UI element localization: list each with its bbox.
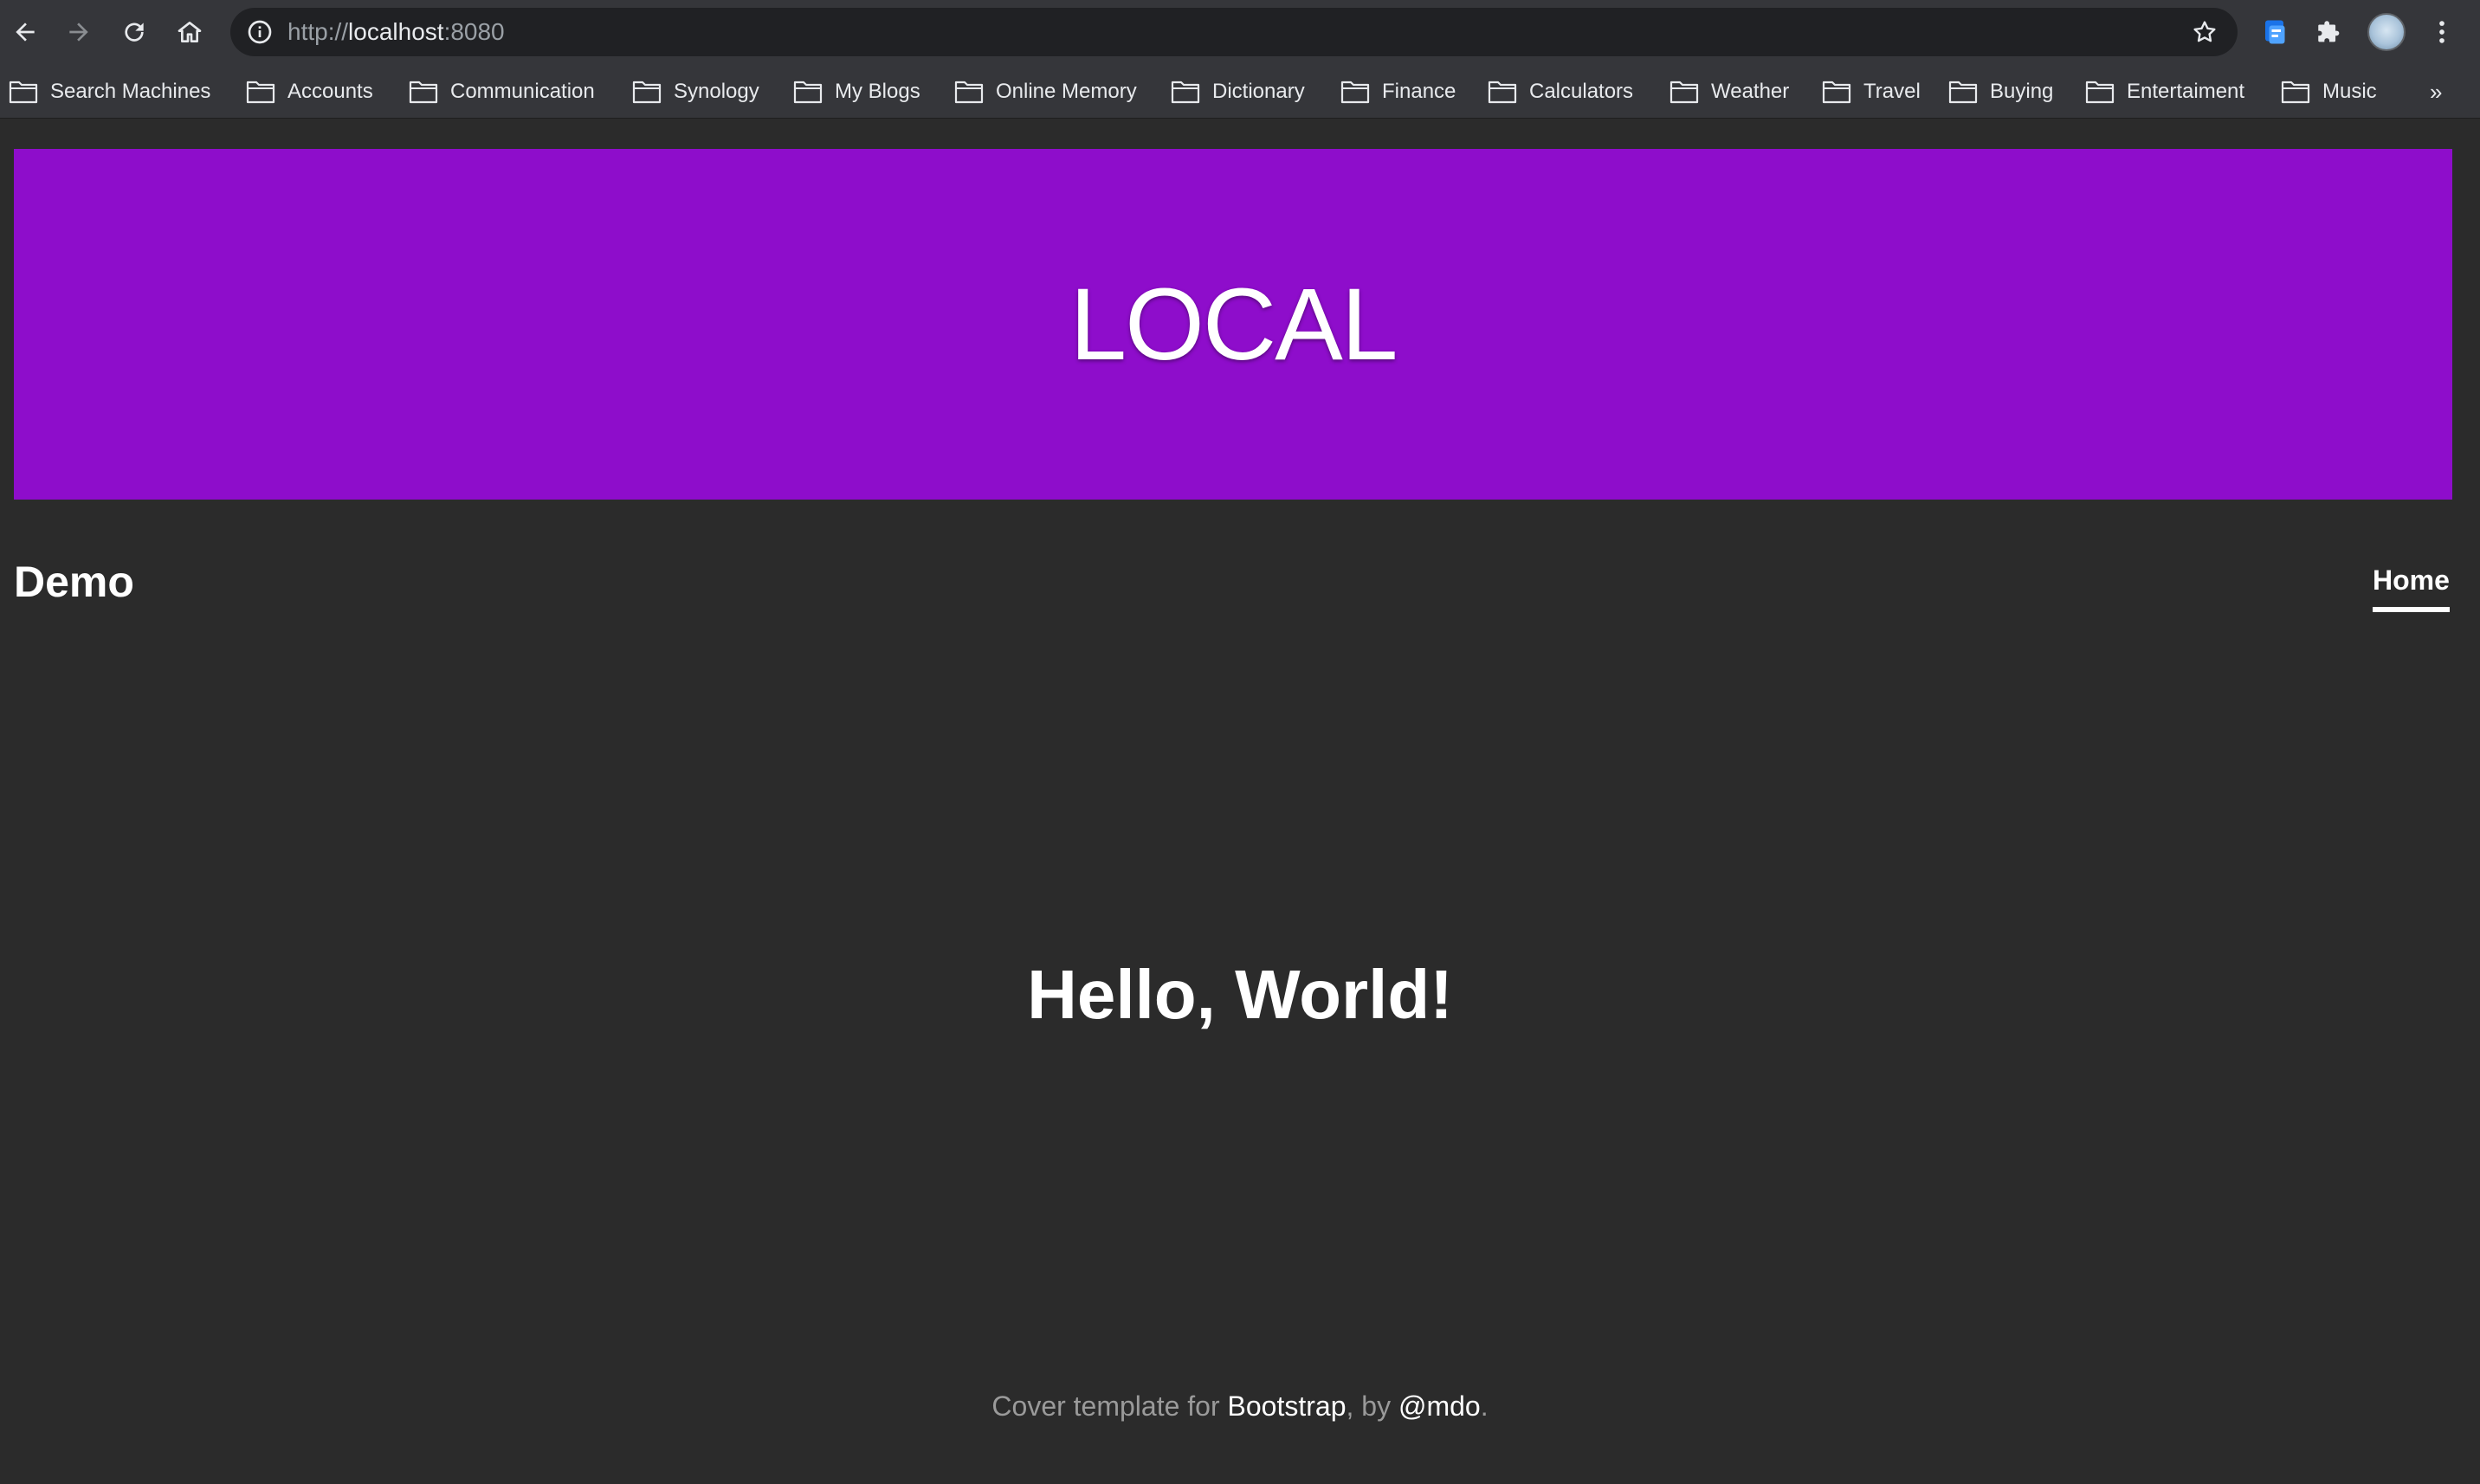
bookmark-label: Travel <box>1863 80 1921 103</box>
url-text: http://localhost:8080 <box>287 18 505 46</box>
bookmark-folder[interactable]: Buying <box>1948 77 2053 106</box>
bookmark-folder[interactable]: Communication <box>409 77 595 106</box>
folder-icon <box>1822 81 1851 104</box>
star-icon[interactable] <box>2191 18 2218 46</box>
bookmark-label: Synology <box>674 80 759 103</box>
bookmark-label: Communication <box>450 80 595 103</box>
bookmark-folder[interactable]: Online Memory <box>954 77 1137 106</box>
bookmark-folder[interactable]: Search Machines <box>9 77 210 106</box>
folder-icon <box>409 81 438 104</box>
folder-icon <box>1340 81 1370 104</box>
banner-title: LOCAL <box>1069 267 1398 382</box>
folder-icon <box>246 81 275 104</box>
folder-icon <box>793 81 823 104</box>
extension-app-icon <box>2265 20 2285 44</box>
folder-icon <box>1948 81 1978 104</box>
info-icon[interactable] <box>246 18 274 46</box>
bookmark-label: Music <box>2322 80 2377 103</box>
bookmark-label: Buying <box>1990 80 2054 103</box>
reload-icon <box>125 23 144 42</box>
extension-button[interactable] <box>2258 15 2293 49</box>
bookmark-folder[interactable]: Accounts <box>246 77 373 106</box>
folder-icon <box>1669 81 1699 104</box>
url-host: localhost <box>348 18 444 45</box>
folder-icon <box>1488 81 1517 104</box>
arrow-right-icon <box>69 23 88 42</box>
folder-icon <box>9 81 38 104</box>
footer-suffix: . <box>1480 1390 1489 1422</box>
folder-icon <box>2281 81 2310 104</box>
bookmark-label: Finance <box>1382 80 1456 103</box>
bookmark-folder[interactable]: Finance <box>1340 77 1456 106</box>
bookmark-folder[interactable]: Entertaiment <box>2085 77 2244 106</box>
mdo-link[interactable]: @mdo <box>1398 1390 1481 1422</box>
bookmark-folder[interactable]: Weather <box>1669 77 1789 106</box>
environment-banner: LOCAL <box>14 149 2452 500</box>
footer-middle: , by <box>1346 1390 1398 1422</box>
home-button[interactable] <box>170 12 210 52</box>
browser-menu-button[interactable] <box>2425 15 2459 49</box>
more-vertical-icon <box>2439 21 2444 43</box>
browser-toolbar: http://localhost:8080 <box>0 0 2480 65</box>
forward-button[interactable] <box>59 12 99 52</box>
back-button[interactable] <box>5 12 45 52</box>
url-port: :8080 <box>443 18 505 45</box>
bookmark-label: Calculators <box>1529 80 1634 103</box>
extensions-menu-button[interactable] <box>2312 15 2347 49</box>
bookmark-folder[interactable]: Travel <box>1822 77 1921 106</box>
bookmark-label: Entertaiment <box>2127 80 2245 103</box>
reload-button[interactable] <box>114 12 154 52</box>
bookmark-label: Search Machines <box>50 80 211 103</box>
footer-prefix: Cover template for <box>991 1390 1228 1422</box>
bookmark-folder[interactable]: Synology <box>632 77 759 106</box>
puzzle-icon <box>2318 21 2340 42</box>
bookmark-folder[interactable]: Dictionary <box>1171 77 1305 106</box>
folder-icon <box>954 81 984 104</box>
profile-avatar[interactable] <box>2367 13 2406 51</box>
bookmarks-bar: Search Machines Accounts Communication S… <box>0 65 2480 119</box>
arrow-left-icon <box>16 23 35 42</box>
bootstrap-link[interactable]: Bootstrap <box>1228 1390 1347 1422</box>
bookmark-folder[interactable]: My Blogs <box>793 77 920 106</box>
bookmark-label: My Blogs <box>835 80 920 103</box>
url-scheme: http:// <box>287 18 349 45</box>
bookmark-folder[interactable]: Music <box>2281 77 2377 106</box>
bookmark-folder[interactable]: Calculators <box>1488 77 1633 106</box>
bookmarks-overflow-button[interactable]: » <box>2430 79 2442 106</box>
home-icon <box>178 22 202 42</box>
bookmark-label: Weather <box>1711 80 1790 103</box>
page-heading: Hello, World! <box>1027 956 1453 1033</box>
folder-icon <box>632 81 662 104</box>
brand-title: Demo <box>14 558 134 606</box>
bookmark-label: Dictionary <box>1212 80 1305 103</box>
bookmark-label: Accounts <box>287 80 373 103</box>
folder-icon <box>2085 81 2115 104</box>
footer-text: Cover template for Bootstrap, by @mdo. <box>0 1390 2480 1423</box>
folder-icon <box>1171 81 1200 104</box>
address-bar[interactable]: http://localhost:8080 <box>230 8 2238 56</box>
bookmark-label: Online Memory <box>996 80 1137 103</box>
page-content: LOCAL Demo Home Hello, World! Cover temp… <box>0 119 2480 1484</box>
nav-link-home[interactable]: Home <box>2373 565 2450 612</box>
